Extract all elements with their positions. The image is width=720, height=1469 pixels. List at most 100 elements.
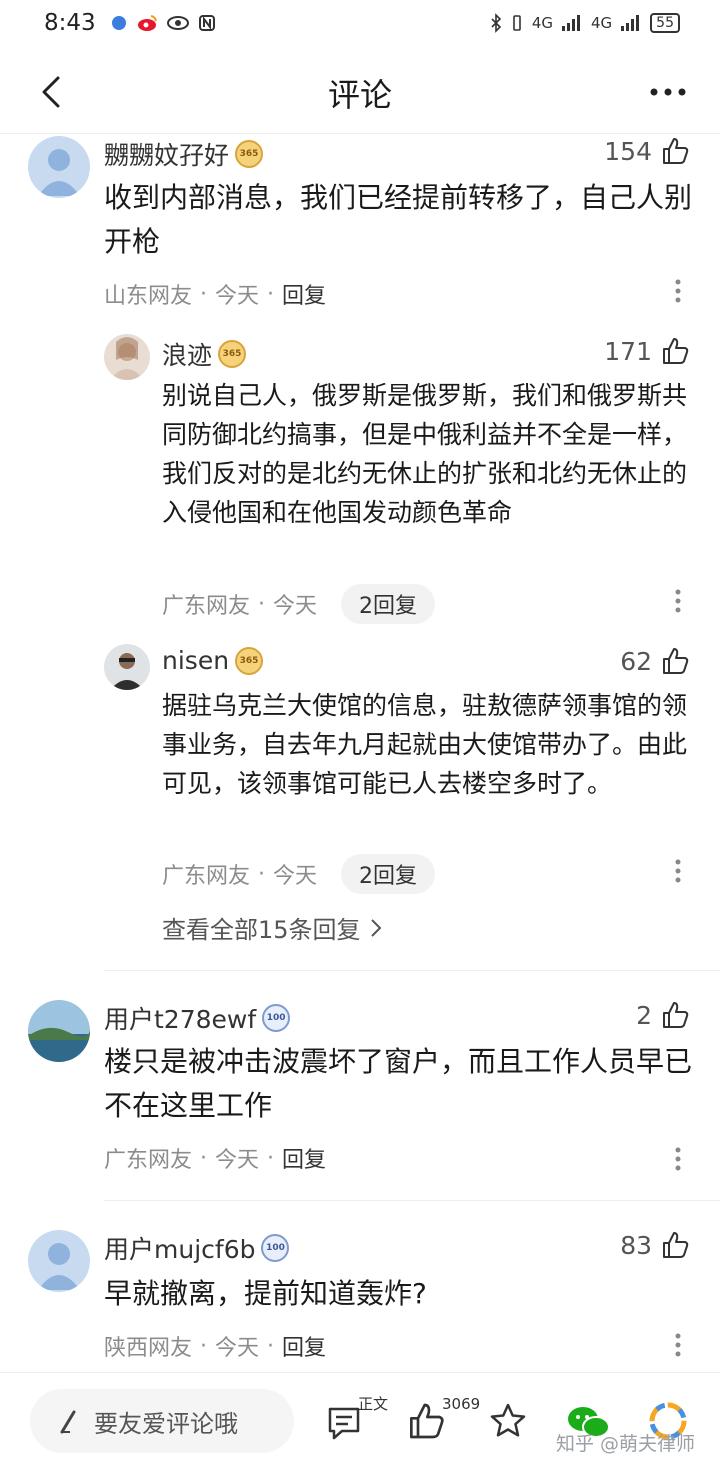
avatar[interactable]	[28, 1230, 90, 1292]
reply-author[interactable]: nisen 365	[162, 646, 264, 675]
signal-label-2: 4G	[591, 14, 613, 32]
like-button[interactable]: 2	[636, 1000, 690, 1030]
comment-text: 楼只是被冲击波震坏了窗户，而且工作人员早已不在这里工作	[104, 1045, 693, 1122]
comment-meta: 陕西网友 · 今天 · 回复	[104, 1330, 326, 1362]
meta-separator: ·	[267, 1145, 275, 1171]
comment-author[interactable]: 嬲嬲妏孖好 365	[104, 136, 264, 172]
status-right: 4G 4G 55	[490, 13, 680, 33]
divider	[104, 970, 720, 971]
view-all-replies-link[interactable]: 查看全部15条回复	[162, 910, 383, 945]
thumb-up-icon	[663, 648, 689, 674]
landscape-avatar	[28, 1000, 90, 1062]
meta-separator: ·	[258, 591, 266, 617]
like-button[interactable]: 154	[604, 136, 690, 166]
more-vertical-icon[interactable]	[674, 858, 682, 884]
comment-item: 用户mujcf6b 100 83 早就撤离，提前知道轰炸? 陕西网友 · 今天 …	[0, 1230, 720, 1370]
like-button[interactable]: 62	[620, 646, 690, 676]
signal-label-1: 4G	[531, 14, 553, 32]
meta-separator: ·	[258, 861, 266, 887]
user-photo-avatar	[104, 644, 150, 690]
meta-separator: ·	[200, 281, 208, 307]
reply-meta: 广东网友 · 今天 2回复	[162, 854, 436, 894]
view-all-label: 查看全部15条回复	[162, 916, 361, 944]
nfc-icon	[198, 15, 215, 31]
star-icon[interactable]	[488, 1401, 528, 1441]
author-name[interactable]: 用户t278ewf	[104, 1000, 256, 1036]
comment-input-placeholder: 要友爱评论哦	[94, 1409, 238, 1438]
like-button[interactable]: 171	[604, 336, 690, 366]
default-avatar-icon	[28, 1230, 90, 1292]
reply-text: 别说自己人，俄罗斯是俄罗斯，我们和俄罗斯共同防御北约搞事，但是中俄利益并不全是一…	[162, 381, 688, 527]
more-icon[interactable]	[646, 74, 690, 110]
level-badge-icon: 365	[235, 140, 264, 168]
signal-icon-2	[621, 15, 640, 31]
meta-separator: ·	[200, 1333, 208, 1359]
avatar[interactable]	[28, 136, 90, 198]
thumb-up-icon	[663, 138, 689, 164]
comment-text: 收到内部消息，我们已经提前转移了，自己人别开枪	[104, 181, 693, 258]
thumb-up-icon[interactable]	[406, 1401, 446, 1441]
bluetooth-icon	[491, 13, 501, 33]
meta-separator: ·	[200, 1145, 208, 1171]
page-header: 评论	[0, 52, 720, 134]
reply-button[interactable]: 回复	[282, 278, 326, 310]
status-time: 8:43	[44, 10, 96, 36]
avatar[interactable]	[104, 334, 150, 380]
back-arrow-icon[interactable]	[34, 72, 74, 112]
default-avatar-icon	[28, 136, 90, 198]
reply-button[interactable]: 回复	[282, 1330, 326, 1362]
level-badge-icon: 365	[218, 340, 247, 368]
app-dot-icon	[111, 16, 126, 30]
comment-location: 广东网友	[104, 1148, 193, 1173]
comment-time: 今天	[215, 284, 260, 309]
meta-separator: ·	[267, 281, 275, 307]
more-vertical-icon[interactable]	[674, 588, 682, 614]
signal-icon	[562, 15, 580, 31]
comment-location: 山东网友	[104, 284, 193, 309]
more-vertical-icon[interactable]	[674, 1332, 682, 1358]
comment-location: 陕西网友	[104, 1336, 193, 1361]
reply-author[interactable]: 浪迹 365	[162, 336, 247, 372]
like-total: 3069	[442, 1395, 481, 1413]
avatar[interactable]	[28, 1000, 90, 1062]
like-count: 171	[604, 336, 652, 366]
comment-location: 广东网友	[162, 594, 251, 619]
like-button[interactable]: 83	[620, 1230, 690, 1260]
more-vertical-icon[interactable]	[674, 278, 682, 304]
weibo-icon	[137, 15, 157, 31]
reply-button[interactable]: 回复	[282, 1142, 326, 1174]
comment-input[interactable]: 要友爱评论哦	[30, 1389, 294, 1453]
avatar[interactable]	[104, 644, 150, 690]
thumb-up-icon	[663, 1232, 689, 1258]
author-name[interactable]: nisen	[162, 646, 229, 675]
comment-meta: 山东网友 · 今天 · 回复	[104, 278, 326, 310]
chevron-right-icon	[370, 918, 381, 937]
author-name[interactable]: 嬲嬲妏孖好	[104, 136, 229, 172]
comment-author[interactable]: 用户mujcf6b 100	[104, 1230, 290, 1266]
status-app-icons	[110, 14, 216, 32]
comment-author[interactable]: 用户t278ewf 100	[104, 1000, 291, 1036]
watermark: 知乎 @萌夫律师	[556, 1433, 696, 1455]
more-vertical-icon[interactable]	[674, 1146, 682, 1172]
like-count: 2	[636, 1000, 652, 1030]
meta-separator: ·	[267, 1333, 275, 1359]
comment-item: 嬲嬲妏孖好 365 154 收到内部消息，我们已经提前转移了，自己人别开枪 山东…	[0, 136, 720, 971]
thumb-up-icon	[663, 1002, 689, 1028]
status-bar: 8:43 4G 4G 55	[0, 0, 720, 46]
level-badge-icon: 100	[262, 1004, 291, 1032]
comment-item: 用户t278ewf 100 2 楼只是被冲击波震坏了窗户，而且工作人员早已不在这…	[0, 1000, 720, 1200]
comment-icon-label: 正文	[358, 1395, 389, 1413]
divider	[104, 1200, 720, 1201]
author-name[interactable]: 用户mujcf6b	[104, 1230, 255, 1266]
thumb-up-icon	[663, 338, 689, 364]
user-photo-avatar	[104, 334, 150, 380]
reply-count-button[interactable]: 2回复	[341, 854, 436, 894]
comment-time: 今天	[273, 594, 318, 619]
author-name[interactable]: 浪迹	[162, 336, 212, 372]
reply-meta: 广东网友 · 今天 2回复	[162, 584, 436, 624]
like-count: 62	[620, 646, 652, 676]
like-count: 83	[620, 1230, 652, 1260]
eye-icon	[166, 16, 189, 30]
comment-time: 今天	[215, 1336, 260, 1361]
reply-count-button[interactable]: 2回复	[341, 584, 436, 624]
